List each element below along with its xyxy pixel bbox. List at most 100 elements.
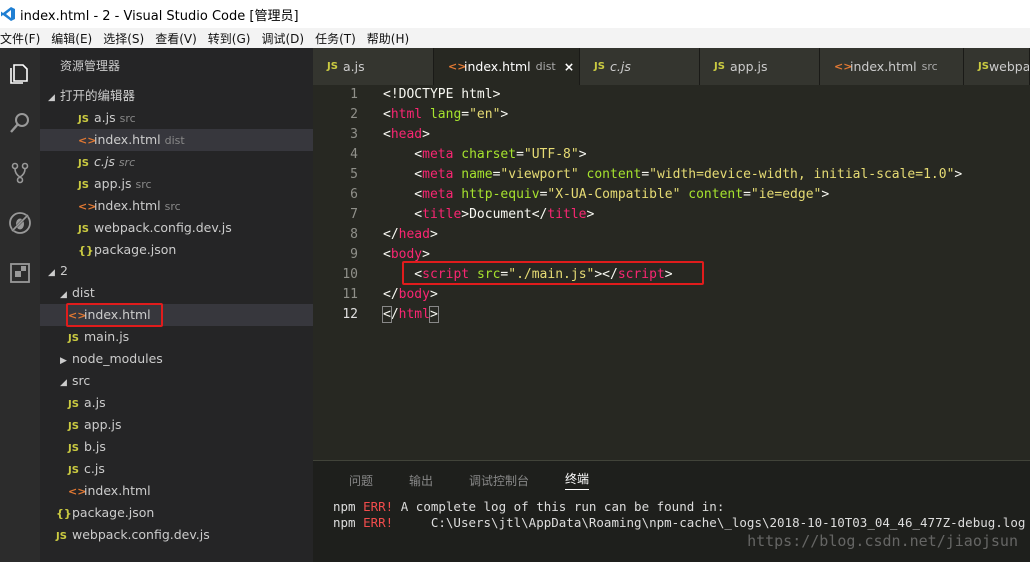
- tab-output[interactable]: 输出: [409, 472, 433, 489]
- line-number: 9: [350, 247, 358, 262]
- vscode-logo-icon: [0, 6, 16, 22]
- line-number: 3: [350, 127, 358, 142]
- line-number: 5: [350, 167, 358, 182]
- js-file-icon: JS: [78, 158, 89, 169]
- code-line: <!DOCTYPE html>: [383, 87, 501, 102]
- line-number: 2: [350, 107, 358, 122]
- highlight-box: [402, 261, 704, 285]
- explorer-icon[interactable]: [4, 57, 36, 89]
- open-editor-item[interactable]: JS a.js src: [40, 107, 313, 129]
- tab-problems[interactable]: 问题: [349, 472, 373, 489]
- code-line: </head>: [383, 227, 438, 242]
- line-number: 4: [350, 147, 358, 162]
- tree-folder-dist[interactable]: ◢ dist: [40, 282, 313, 304]
- open-editor-item-active[interactable]: <>index.html dist: [40, 129, 313, 151]
- tree-folder-node-modules[interactable]: ▶ node_modules: [40, 348, 313, 370]
- tab-index-html-dist[interactable]: <> index.html dist ×: [434, 48, 580, 85]
- js-file-icon: JS: [327, 61, 338, 72]
- html-file-icon: <>: [68, 485, 87, 498]
- tab-index-html-src[interactable]: <> index.html src: [820, 48, 964, 85]
- open-editor-item[interactable]: JS c.js src: [40, 151, 313, 173]
- explorer-sidebar: 资源管理器 ◢ 打开的编辑器 JS a.js src <>index.html di…: [40, 48, 313, 562]
- highlight-box: [66, 303, 163, 327]
- title-bar: index.html - 2 - Visual Studio Code [管理员…: [0, 0, 1030, 28]
- js-file-icon: JS: [78, 224, 89, 235]
- panel-tabs: 问题 输出 调试控制台 终端: [313, 461, 1030, 499]
- line-number: 11: [342, 287, 358, 302]
- menu-tasks[interactable]: 任务(T): [315, 30, 356, 47]
- open-editor-item[interactable]: {}package.json: [40, 239, 313, 261]
- tree-item[interactable]: JS c.js: [40, 458, 313, 480]
- menu-file[interactable]: 文件(F): [0, 30, 40, 47]
- chevron-down-icon: ◢: [60, 378, 67, 388]
- tab-terminal[interactable]: 终端: [565, 470, 590, 490]
- html-file-icon: <>: [78, 200, 97, 213]
- code-line: <meta name="viewport" content="width=dev…: [383, 167, 963, 182]
- terminal-output[interactable]: npm ERR! A complete log of this run can …: [313, 499, 1030, 531]
- workspace-section[interactable]: ◢ 2: [40, 260, 313, 282]
- tab-a-js[interactable]: JS a.js: [313, 48, 434, 85]
- menu-edit[interactable]: 编辑(E): [51, 30, 92, 47]
- tab-webpack-config[interactable]: JS webpa: [964, 48, 1030, 85]
- extensions-icon[interactable]: [4, 257, 36, 289]
- tree-item[interactable]: JS a.js: [40, 392, 313, 414]
- source-control-icon[interactable]: [4, 157, 36, 189]
- code-line: <meta http-equiv="X-UA-Compatible" conte…: [383, 187, 830, 202]
- line-number-current: 12: [342, 307, 358, 322]
- line-number: 6: [350, 187, 358, 202]
- line-number: 1: [350, 87, 358, 102]
- tab-app-js[interactable]: JS app.js: [700, 48, 820, 85]
- js-file-icon: JS: [68, 465, 79, 476]
- open-editor-item[interactable]: JS webpack.config.dev.js: [40, 217, 313, 239]
- line-number: 8: [350, 227, 358, 242]
- js-file-icon: JS: [594, 61, 605, 72]
- menu-debug[interactable]: 调试(D): [261, 30, 304, 47]
- terminal-line: npm ERR! C:\Users\jtl\AppData\Roaming\np…: [333, 515, 1026, 530]
- watermark: https://blog.csdn.net/jiaojsun: [747, 532, 1018, 550]
- menu-selection[interactable]: 选择(S): [103, 30, 144, 47]
- tab-debug-console[interactable]: 调试控制台: [469, 472, 529, 489]
- tree-item[interactable]: {}package.json: [40, 502, 313, 524]
- search-icon[interactable]: [4, 107, 36, 139]
- chevron-right-icon: ▶: [60, 356, 67, 366]
- js-file-icon: JS: [68, 333, 79, 344]
- close-icon[interactable]: ×: [564, 59, 574, 74]
- tree-item[interactable]: <>index.html: [40, 480, 313, 502]
- editor-tab-bar: JS a.js <> index.html dist × JS c.js JS app.js…: [313, 48, 1030, 85]
- tree-item[interactable]: JS app.js: [40, 414, 313, 436]
- js-file-icon: JS: [68, 421, 79, 432]
- open-editors-section[interactable]: ◢ 打开的编辑器: [40, 85, 313, 107]
- json-file-icon: {}: [56, 507, 72, 520]
- menu-bar: 文件(F) 编辑(E) 选择(S) 查看(V) 转到(G) 调试(D) 任务(T…: [0, 28, 1030, 48]
- tab-c-js[interactable]: JS c.js: [580, 48, 700, 85]
- code-line: <meta charset="UTF-8">: [383, 147, 587, 162]
- js-file-icon: JS: [56, 531, 67, 542]
- chevron-down-icon: ◢: [48, 268, 55, 278]
- json-file-icon: {}: [78, 244, 94, 257]
- js-file-icon: JS: [78, 180, 89, 191]
- code-line: </body>: [383, 287, 438, 302]
- explorer-header: 资源管理器: [60, 59, 121, 73]
- open-editor-item[interactable]: JS app.js src: [40, 173, 313, 195]
- menu-goto[interactable]: 转到(G): [208, 30, 251, 47]
- activity-bar: [0, 48, 40, 562]
- html-file-icon: <>: [448, 60, 467, 73]
- code-line: <title>Document</title>: [383, 207, 595, 222]
- line-number: 7: [350, 207, 358, 222]
- debug-icon[interactable]: [4, 207, 36, 239]
- tree-item[interactable]: JS main.js: [40, 326, 313, 348]
- menu-help[interactable]: 帮助(H): [367, 30, 409, 47]
- terminal-line: npm ERR! A complete log of this run can …: [333, 499, 725, 514]
- window-title: index.html - 2 - Visual Studio Code [管理员…: [20, 8, 299, 24]
- tree-item[interactable]: JS b.js: [40, 436, 313, 458]
- tree-folder-src[interactable]: ◢ src: [40, 370, 313, 392]
- code-line: <html lang="en">: [383, 107, 509, 122]
- code-editor[interactable]: 1 2 3 4 5 6 7 8 9 10 11 12 <!DOCTYPE htm…: [313, 85, 1030, 460]
- menu-view[interactable]: 查看(V): [155, 30, 197, 47]
- line-number: 10: [342, 267, 358, 282]
- js-file-icon: JS: [714, 61, 725, 72]
- js-file-icon: JS: [978, 61, 989, 72]
- tree-item[interactable]: JS webpack.config.dev.js: [40, 524, 313, 546]
- open-editor-item[interactable]: <>index.html src: [40, 195, 313, 217]
- js-file-icon: JS: [68, 443, 79, 454]
